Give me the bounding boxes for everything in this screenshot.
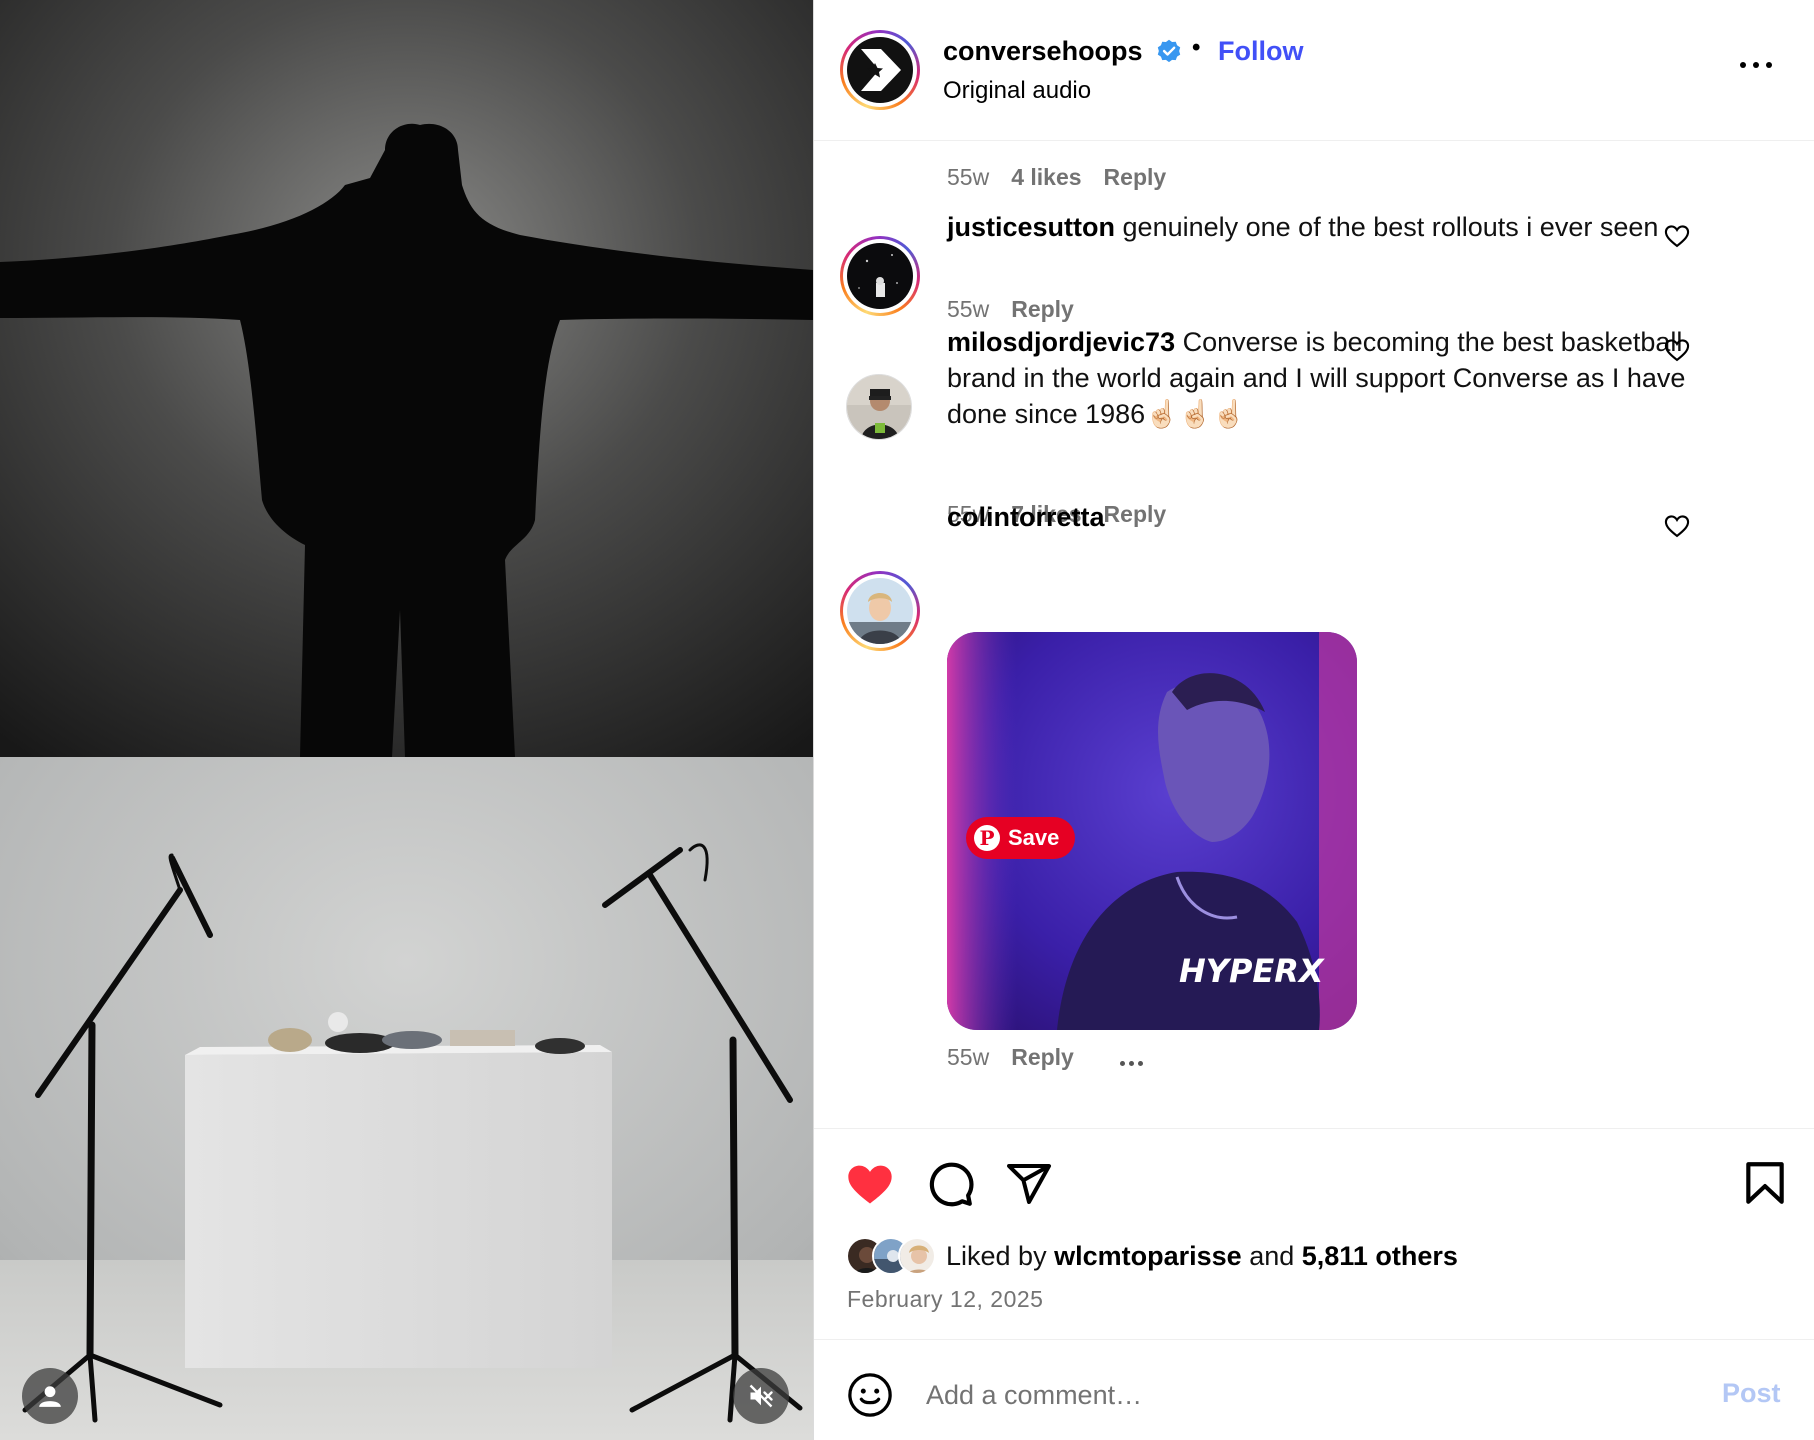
comment-icon[interactable] — [925, 1159, 975, 1209]
composer-divider — [814, 1339, 1814, 1340]
audio-label[interactable]: Original audio — [943, 77, 1091, 105]
author-avatar — [847, 37, 913, 103]
heart-icon[interactable] — [844, 1158, 896, 1210]
follow-button[interactable]: Follow — [1218, 36, 1303, 67]
comment-meta: 55w 4 likes Reply — [947, 164, 1166, 191]
comment-username[interactable]: justicesutton — [947, 212, 1115, 242]
media-collage — [0, 0, 813, 1440]
comment-body: genuinely one of the best rollouts i eve… — [1122, 212, 1659, 242]
comment-time: 55w — [947, 296, 990, 322]
commenter-avatar-ring[interactable] — [840, 571, 920, 651]
comment-text: colintorretta — [947, 499, 1747, 535]
pinterest-save-button[interactable]: P Save — [966, 817, 1076, 859]
comment-username[interactable]: colintorretta — [947, 502, 1105, 532]
more-options-icon[interactable] — [1738, 58, 1774, 72]
comment-like-icon[interactable] — [1663, 336, 1691, 364]
author-username[interactable]: conversehoops — [943, 36, 1143, 67]
liked-by-prefix: Liked by — [946, 1240, 1047, 1271]
pinterest-save-label: Save — [1008, 825, 1060, 850]
reply-button[interactable]: Reply — [1104, 164, 1167, 190]
post-media[interactable] — [0, 0, 813, 1440]
comment-input[interactable] — [926, 1375, 1566, 1415]
bookmark-icon[interactable] — [1740, 1158, 1790, 1208]
user-tag-button[interactable] — [22, 1368, 78, 1424]
comment-options-icon[interactable] — [1120, 1045, 1147, 1072]
others-count[interactable]: 5,811 others — [1302, 1241, 1458, 1271]
post-comment-button[interactable]: Post — [1722, 1378, 1781, 1409]
likes-summary[interactable]: Liked by wlcmtoparisse and 5,811 others — [846, 1236, 1458, 1276]
converse-logo-icon — [861, 49, 901, 91]
actions-divider — [814, 1128, 1814, 1129]
comment-username[interactable]: milosdjordjevic73 — [947, 327, 1175, 357]
share-icon[interactable] — [1005, 1160, 1053, 1208]
pinterest-icon: P — [974, 825, 1000, 851]
post-details-panel: conversehoops • Follow Original audio 55… — [814, 0, 1814, 1440]
separator-dot: • — [1192, 34, 1201, 61]
commenter-avatar — [847, 243, 913, 309]
comment-time: 55w — [947, 1044, 990, 1070]
likes-text: Liked by wlcmtoparisse and 5,811 others — [946, 1241, 1458, 1272]
liker-username[interactable]: wlcmtoparisse — [1054, 1241, 1242, 1271]
commenter-avatar — [847, 578, 913, 644]
comment-text: justicesutton genuinely one of the best … — [947, 209, 1747, 245]
muted-speaker-icon — [749, 1384, 773, 1408]
liked-by-joiner: and — [1249, 1240, 1295, 1271]
comment-time: 55w — [947, 164, 990, 190]
reply-button[interactable]: Reply — [1011, 1044, 1074, 1070]
reply-button[interactable]: Reply — [1011, 296, 1074, 322]
commenter-avatar-ring[interactable] — [840, 236, 920, 316]
comments-list[interactable]: 55w 4 likes Reply justicesutton genuinely … — [814, 142, 1814, 1128]
comment-likes[interactable]: 4 likes — [1011, 164, 1081, 190]
emoji-icon[interactable] — [847, 1372, 893, 1418]
gif-brand: HYPERX — [1179, 952, 1325, 990]
comment-like-icon[interactable] — [1663, 222, 1691, 250]
commenter-avatar[interactable] — [846, 374, 912, 440]
comment-meta: 55w Reply — [947, 1044, 1147, 1072]
white-cube — [185, 1045, 612, 1368]
liker-avatar — [898, 1237, 936, 1275]
comment-text: milosdjordjevic73 Converse is becoming t… — [947, 324, 1747, 432]
author-avatar-ring[interactable] — [840, 30, 920, 110]
post-header: conversehoops • Follow Original audio — [814, 0, 1814, 141]
verified-icon — [1157, 39, 1181, 63]
post-date[interactable]: February 12, 2025 — [847, 1286, 1043, 1313]
mute-toggle-button[interactable] — [733, 1368, 789, 1424]
comment-meta: 55w Reply — [947, 296, 1074, 323]
comment-like-icon[interactable] — [1663, 512, 1691, 540]
user-tag-icon — [39, 1386, 61, 1407]
